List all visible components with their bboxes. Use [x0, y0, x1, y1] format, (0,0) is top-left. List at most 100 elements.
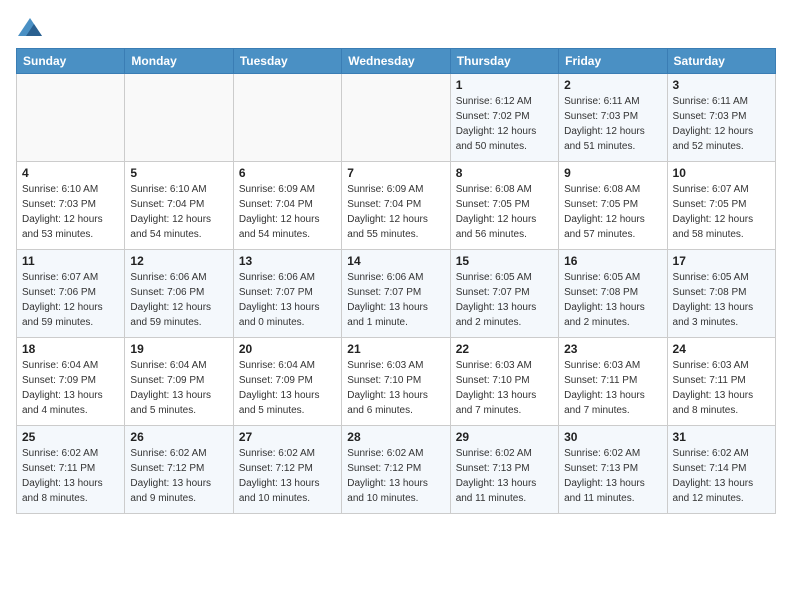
day-info: Sunrise: 6:05 AM Sunset: 7:07 PM Dayligh… — [456, 270, 553, 330]
day-info: Sunrise: 6:02 AM Sunset: 7:14 PM Dayligh… — [673, 446, 770, 506]
calendar-cell: 10 Sunrise: 6:07 AM Sunset: 7:05 PM Dayli… — [667, 162, 775, 250]
calendar-week-row: 1 Sunrise: 6:12 AM Sunset: 7:02 PM Daylig… — [17, 74, 776, 162]
weekday-header-tuesday: Tuesday — [233, 49, 341, 74]
weekday-header-wednesday: Wednesday — [342, 49, 450, 74]
day-info: Sunrise: 6:04 AM Sunset: 7:09 PM Dayligh… — [239, 358, 336, 418]
calendar-cell: 14 Sunrise: 6:06 AM Sunset: 7:07 PM Dayli… — [342, 250, 450, 338]
day-info: Sunrise: 6:09 AM Sunset: 7:04 PM Dayligh… — [239, 182, 336, 242]
calendar-cell: 31 Sunrise: 6:02 AM Sunset: 7:14 PM Dayli… — [667, 426, 775, 514]
logo — [16, 16, 48, 40]
day-info: Sunrise: 6:08 AM Sunset: 7:05 PM Dayligh… — [564, 182, 661, 242]
day-number: 8 — [456, 166, 553, 180]
weekday-header-friday: Friday — [559, 49, 667, 74]
weekday-header-row: SundayMondayTuesdayWednesdayThursdayFrid… — [17, 49, 776, 74]
calendar-cell: 16Sunrise: 6:05 AM Sunset: 7:08 PM Dayli… — [559, 250, 667, 338]
day-number: 2 — [564, 78, 661, 92]
day-number: 9 — [564, 166, 661, 180]
day-number: 15 — [456, 254, 553, 268]
day-info: Sunrise: 6:09 AM Sunset: 7:04 PM Dayligh… — [347, 182, 444, 242]
day-info: Sunrise: 6:06 AM Sunset: 7:06 PM Dayligh… — [130, 270, 227, 330]
day-number: 22 — [456, 342, 553, 356]
day-info: Sunrise: 6:07 AM Sunset: 7:05 PM Dayligh… — [673, 182, 770, 242]
day-number: 10 — [673, 166, 770, 180]
day-info: Sunrise: 6:03 AM Sunset: 7:11 PM Dayligh… — [564, 358, 661, 418]
calendar-cell: 20 Sunrise: 6:04 AM Sunset: 7:09 PM Dayli… — [233, 338, 341, 426]
calendar-cell: 29 Sunrise: 6:02 AM Sunset: 7:13 PM Dayli… — [450, 426, 558, 514]
weekday-header-saturday: Saturday — [667, 49, 775, 74]
day-info: Sunrise: 6:03 AM Sunset: 7:10 PM Dayligh… — [347, 358, 444, 418]
calendar-cell: 27 Sunrise: 6:02 AM Sunset: 7:12 PM Dayli… — [233, 426, 341, 514]
day-number: 26 — [130, 430, 227, 444]
calendar-cell: 28 Sunrise: 6:02 AM Sunset: 7:12 PM Dayli… — [342, 426, 450, 514]
calendar-cell: 12 Sunrise: 6:06 AM Sunset: 7:06 PM Dayli… — [125, 250, 233, 338]
day-number: 6 — [239, 166, 336, 180]
weekday-header-sunday: Sunday — [17, 49, 125, 74]
calendar-cell: 15 Sunrise: 6:05 AM Sunset: 7:07 PM Dayli… — [450, 250, 558, 338]
day-number: 18 — [22, 342, 119, 356]
calendar-cell: 23 Sunrise: 6:03 AM Sunset: 7:11 PM Dayli… — [559, 338, 667, 426]
generalblue-logo-icon — [16, 16, 44, 40]
day-number: 23 — [564, 342, 661, 356]
calendar-cell: 17 Sunrise: 6:05 AM Sunset: 7:08 PM Dayli… — [667, 250, 775, 338]
day-number: 21 — [347, 342, 444, 356]
day-info: Sunrise: 6:02 AM Sunset: 7:12 PM Dayligh… — [130, 446, 227, 506]
day-number: 28 — [347, 430, 444, 444]
calendar-cell: 2 Sunrise: 6:11 AM Sunset: 7:03 PM Daylig… — [559, 74, 667, 162]
day-info: Sunrise: 6:02 AM Sunset: 7:12 PM Dayligh… — [239, 446, 336, 506]
calendar-week-row: 25Sunrise: 6:02 AM Sunset: 7:11 PM Dayli… — [17, 426, 776, 514]
calendar-cell — [233, 74, 341, 162]
calendar-cell: 3 Sunrise: 6:11 AM Sunset: 7:03 PM Daylig… — [667, 74, 775, 162]
calendar-cell: 18 Sunrise: 6:04 AM Sunset: 7:09 PM Dayli… — [17, 338, 125, 426]
day-info: Sunrise: 6:02 AM Sunset: 7:13 PM Dayligh… — [456, 446, 553, 506]
day-info: Sunrise: 6:03 AM Sunset: 7:10 PM Dayligh… — [456, 358, 553, 418]
day-info: Sunrise: 6:04 AM Sunset: 7:09 PM Dayligh… — [22, 358, 119, 418]
calendar-cell: 24Sunrise: 6:03 AM Sunset: 7:11 PM Dayli… — [667, 338, 775, 426]
calendar-cell: 26 Sunrise: 6:02 AM Sunset: 7:12 PM Dayli… — [125, 426, 233, 514]
calendar-table: SundayMondayTuesdayWednesdayThursdayFrid… — [16, 48, 776, 514]
calendar-week-row: 11 Sunrise: 6:07 AM Sunset: 7:06 PM Dayli… — [17, 250, 776, 338]
day-info: Sunrise: 6:06 AM Sunset: 7:07 PM Dayligh… — [347, 270, 444, 330]
calendar-cell: 6 Sunrise: 6:09 AM Sunset: 7:04 PM Daylig… — [233, 162, 341, 250]
calendar-cell — [17, 74, 125, 162]
day-info: Sunrise: 6:12 AM Sunset: 7:02 PM Dayligh… — [456, 94, 553, 154]
header — [16, 16, 776, 40]
calendar-cell: 8Sunrise: 6:08 AM Sunset: 7:05 PM Daylig… — [450, 162, 558, 250]
day-number: 29 — [456, 430, 553, 444]
weekday-header-monday: Monday — [125, 49, 233, 74]
day-number: 20 — [239, 342, 336, 356]
day-info: Sunrise: 6:02 AM Sunset: 7:13 PM Dayligh… — [564, 446, 661, 506]
day-number: 11 — [22, 254, 119, 268]
day-info: Sunrise: 6:02 AM Sunset: 7:12 PM Dayligh… — [347, 446, 444, 506]
calendar-cell — [125, 74, 233, 162]
calendar-cell: 25Sunrise: 6:02 AM Sunset: 7:11 PM Dayli… — [17, 426, 125, 514]
day-number: 3 — [673, 78, 770, 92]
day-number: 13 — [239, 254, 336, 268]
day-number: 16 — [564, 254, 661, 268]
day-number: 31 — [673, 430, 770, 444]
day-number: 24 — [673, 342, 770, 356]
calendar-cell: 7 Sunrise: 6:09 AM Sunset: 7:04 PM Daylig… — [342, 162, 450, 250]
day-number: 7 — [347, 166, 444, 180]
day-number: 19 — [130, 342, 227, 356]
day-number: 27 — [239, 430, 336, 444]
day-info: Sunrise: 6:02 AM Sunset: 7:11 PM Dayligh… — [22, 446, 119, 506]
day-info: Sunrise: 6:11 AM Sunset: 7:03 PM Dayligh… — [673, 94, 770, 154]
day-info: Sunrise: 6:07 AM Sunset: 7:06 PM Dayligh… — [22, 270, 119, 330]
calendar-cell: 11 Sunrise: 6:07 AM Sunset: 7:06 PM Dayli… — [17, 250, 125, 338]
day-number: 12 — [130, 254, 227, 268]
calendar-cell — [342, 74, 450, 162]
day-number: 1 — [456, 78, 553, 92]
calendar-week-row: 4Sunrise: 6:10 AM Sunset: 7:03 PM Daylig… — [17, 162, 776, 250]
calendar-cell: 19Sunrise: 6:04 AM Sunset: 7:09 PM Dayli… — [125, 338, 233, 426]
day-info: Sunrise: 6:05 AM Sunset: 7:08 PM Dayligh… — [673, 270, 770, 330]
calendar-cell: 5Sunrise: 6:10 AM Sunset: 7:04 PM Daylig… — [125, 162, 233, 250]
calendar-cell: 13 Sunrise: 6:06 AM Sunset: 7:07 PM Dayli… — [233, 250, 341, 338]
day-number: 14 — [347, 254, 444, 268]
day-info: Sunrise: 6:06 AM Sunset: 7:07 PM Dayligh… — [239, 270, 336, 330]
calendar-cell: 4Sunrise: 6:10 AM Sunset: 7:03 PM Daylig… — [17, 162, 125, 250]
day-info: Sunrise: 6:11 AM Sunset: 7:03 PM Dayligh… — [564, 94, 661, 154]
calendar-cell: 9 Sunrise: 6:08 AM Sunset: 7:05 PM Daylig… — [559, 162, 667, 250]
day-number: 5 — [130, 166, 227, 180]
day-number: 30 — [564, 430, 661, 444]
day-number: 17 — [673, 254, 770, 268]
